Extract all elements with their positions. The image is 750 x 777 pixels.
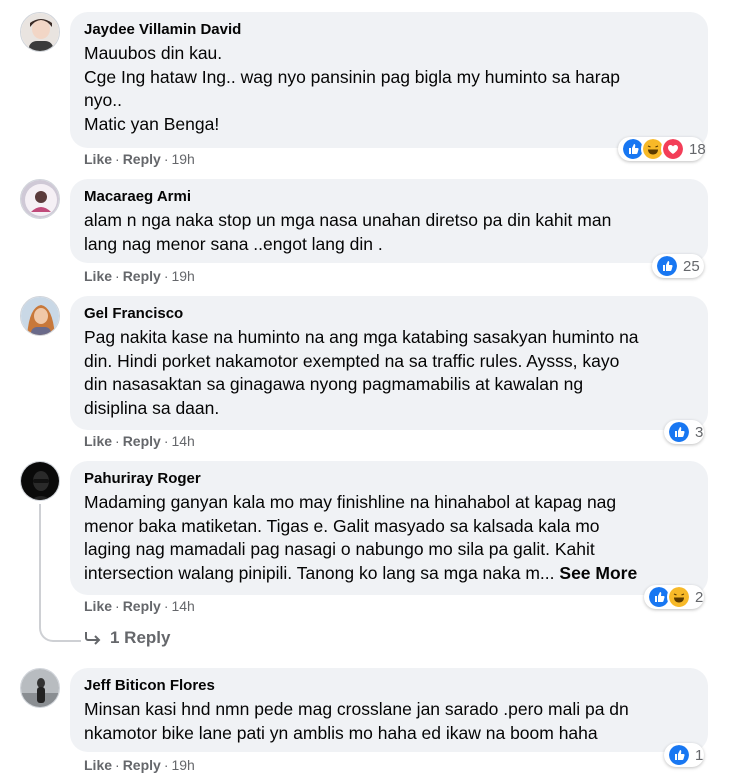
view-replies-link[interactable]: 1 Reply	[84, 628, 170, 648]
view-replies-label: 1 Reply	[110, 628, 171, 647]
separator: ·	[163, 433, 169, 449]
avatar[interactable]	[20, 296, 60, 336]
comment-bubble: Jaydee Villamin David Mauubos din kau. C…	[70, 12, 708, 148]
avatar[interactable]	[20, 179, 60, 219]
separator: ·	[163, 598, 169, 614]
reply-arrow-icon	[85, 632, 101, 645]
reaction-summary[interactable]: 1	[664, 743, 704, 767]
like-link[interactable]: Like	[84, 598, 112, 614]
comment-bubble: Jeff Biticon Flores Minsan kasi hnd nmn …	[70, 668, 708, 752]
reaction-summary[interactable]: 18	[618, 137, 706, 161]
comment-timestamp[interactable]: 14h	[171, 598, 194, 614]
like-link[interactable]: Like	[84, 757, 112, 773]
comment-text-line: nkamotor bike lane pati yn amblis mo hah…	[84, 722, 598, 743]
separator: ·	[163, 151, 169, 167]
comment-text-truncated: intersection walang pinipili. Tanong ko …	[84, 562, 555, 583]
reaction-count: 25	[683, 257, 700, 275]
avatar[interactable]	[20, 461, 60, 501]
reply-link[interactable]: Reply	[123, 757, 161, 773]
comment-actions: Like · Reply · 14h	[84, 598, 195, 614]
like-link[interactable]: Like	[84, 151, 112, 167]
comment-text-line: nyo..	[84, 90, 122, 110]
comment-bubble: Gel Francisco Pag nakita kase na huminto…	[70, 296, 708, 430]
reply-thread-curve	[39, 600, 81, 642]
comment-actions: Like · Reply · 19h	[84, 757, 195, 773]
reply-link[interactable]: Reply	[123, 151, 161, 167]
comment-text-line: disiplina sa daan.	[84, 397, 220, 418]
comment-author[interactable]: Jeff Biticon Flores	[84, 676, 694, 696]
separator: ·	[163, 757, 169, 773]
separator: ·	[115, 433, 120, 449]
comment-text: Minsan kasi hnd nmn pede mag crosslane j…	[84, 698, 694, 745]
separator: ·	[115, 757, 120, 773]
comment-text: alam n nga naka stop un mga nasa unahan …	[84, 209, 694, 256]
comment-text-line: Matic yan Benga!	[84, 113, 220, 134]
avatar[interactable]	[20, 668, 60, 708]
reaction-summary[interactable]: 25	[652, 254, 704, 278]
like-reaction-icon	[667, 420, 691, 444]
comment-text-line: Mauubos din kau.	[84, 43, 223, 63]
comment-text-line: Cge Ing hataw Ing.. wag nyo pansinin pag…	[84, 66, 621, 87]
reaction-count: 3	[695, 423, 704, 441]
like-link[interactable]: Like	[84, 433, 112, 449]
separator: ·	[115, 151, 120, 167]
comment-actions: Like · Reply · 19h	[84, 268, 195, 284]
comment-bubble: Macaraeg Armi alam n nga naka stop un mg…	[70, 179, 708, 263]
comment-actions: Like · Reply · 19h	[84, 151, 195, 167]
comment-author[interactable]: Pahuriray Roger	[84, 469, 694, 489]
reaction-count: 18	[689, 140, 706, 158]
comment-text-line: alam n nga naka stop un mga nasa unahan …	[84, 210, 612, 230]
comment-text-line: din nasasaktan sa ginagawa nyong pagmama…	[84, 374, 584, 394]
avatar[interactable]	[20, 12, 60, 52]
comment-actions: Like · Reply · 14h	[84, 433, 195, 449]
comment-timestamp[interactable]: 19h	[171, 268, 194, 284]
comment-text-line: lang nag menor sana ..engot lang din .	[84, 233, 383, 254]
comment-text-line: menor baka matiketan. Tigas e. Galit mas…	[84, 515, 600, 536]
like-link[interactable]: Like	[84, 268, 112, 284]
like-reaction-icon	[667, 743, 691, 767]
comment-text: Pag nakita kase na huminto na ang mga ka…	[84, 326, 694, 420]
comment-text-line: din. Hindi porket nakamotor exempted na …	[84, 350, 620, 371]
comment-author[interactable]: Jaydee Villamin David	[84, 20, 694, 40]
reply-link[interactable]: Reply	[123, 598, 161, 614]
separator: ·	[115, 268, 120, 284]
comment-text-line: Madaming ganyan kala mo may finishline n…	[84, 492, 617, 512]
reaction-count: 1	[695, 746, 704, 764]
separator: ·	[163, 268, 169, 284]
reaction-summary[interactable]: 3	[664, 420, 704, 444]
comment-author[interactable]: Gel Francisco	[84, 304, 694, 324]
comment-text-line: intersection walang pinipili. Tanong ko …	[84, 562, 694, 586]
reaction-count: 2	[695, 588, 704, 606]
comment-author[interactable]: Macaraeg Armi	[84, 187, 694, 207]
separator: ·	[115, 598, 120, 614]
comment-timestamp[interactable]: 19h	[171, 757, 194, 773]
comment-text-line: laging nag mamadali pag nasagi o nabungo…	[84, 539, 595, 559]
reaction-summary[interactable]: 2	[644, 585, 704, 609]
comment-timestamp[interactable]: 19h	[171, 151, 194, 167]
reply-link[interactable]: Reply	[123, 433, 161, 449]
comment-text-line: Minsan kasi hnd nmn pede mag crosslane j…	[84, 699, 629, 719]
comment-timestamp[interactable]: 14h	[171, 433, 194, 449]
reply-link[interactable]: Reply	[123, 268, 161, 284]
comment-text: Mauubos din kau. Cge Ing hataw Ing.. wag…	[84, 42, 694, 136]
see-more-link[interactable]: See More	[559, 563, 637, 583]
haha-reaction-icon	[667, 585, 691, 609]
comment-bubble: Pahuriray Roger Madaming ganyan kala mo …	[70, 461, 708, 595]
love-reaction-icon	[661, 137, 685, 161]
comment-text-line: Pag nakita kase na huminto na ang mga ka…	[84, 327, 639, 347]
like-reaction-icon	[655, 254, 679, 278]
comment-text: Madaming ganyan kala mo may finishline n…	[84, 491, 694, 585]
